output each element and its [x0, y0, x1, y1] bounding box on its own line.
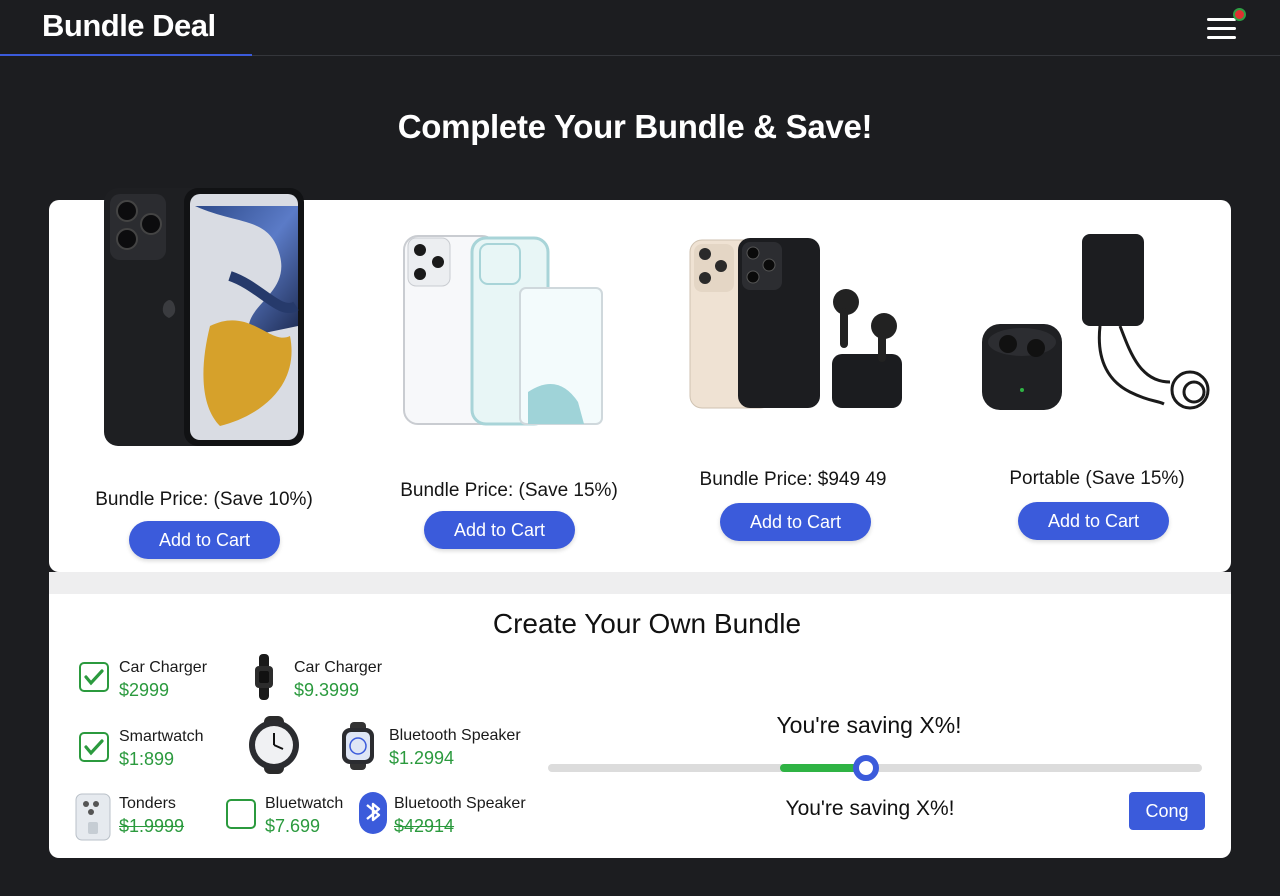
checkmark-icon — [84, 739, 104, 756]
add-to-cart-button[interactable]: Add to Cart — [1018, 502, 1169, 540]
item-checkbox[interactable] — [79, 662, 109, 692]
item-price: $1.9999 — [119, 816, 185, 836]
powerbank-earbuds-image[interactable] — [980, 232, 1216, 416]
item-price: $1:899 — [119, 749, 175, 769]
clear-case-image[interactable] — [398, 232, 608, 428]
item-price: $1.2994 — [389, 748, 455, 768]
phone-image[interactable] — [100, 186, 308, 448]
app-title: Bundle Deal — [42, 8, 216, 43]
offer-price-label: Bundle Price: (Save 15%) — [400, 480, 618, 501]
earbud-case-icon — [75, 793, 111, 841]
confirm-bundle-button[interactable]: Cong — [1129, 792, 1205, 830]
item-name: Bluetooth Speaker — [394, 795, 526, 812]
smartwatch-icon[interactable] — [244, 716, 304, 774]
phone-earbuds-image[interactable] — [688, 236, 908, 412]
item-name: Tonders — [119, 795, 176, 812]
offer-price-label: Portable (Save 15%) — [1009, 468, 1185, 489]
item-price: $9.3999 — [294, 680, 360, 700]
item-price: $2999 — [119, 680, 170, 700]
item-name: Car Charger — [294, 659, 383, 676]
item-name: Bluetooth Speaker — [389, 727, 521, 744]
menu-icon-bar — [1207, 36, 1236, 39]
watch-face-icon — [342, 722, 374, 770]
checkmark-icon — [84, 669, 104, 686]
notification-dot — [1233, 8, 1246, 21]
offer-price-label: Bundle Price: (Save 10%) — [95, 489, 313, 510]
menu-icon — [1207, 18, 1236, 21]
item-name: Car Charger — [119, 659, 208, 676]
custom-bundle-title: Create Your Own Bundle — [492, 608, 802, 639]
bluetooth-icon — [359, 792, 387, 834]
offer-price-label: Bundle Price: $949 49 — [699, 469, 887, 490]
item-price: $42914 — [394, 816, 455, 836]
section-divider — [49, 572, 1231, 596]
item-name: Bluetwatch — [265, 795, 344, 812]
item-checkbox[interactable] — [226, 799, 256, 829]
savings-summary: You're saving X%! — [785, 797, 955, 820]
page-headline: Complete Your Bundle & Save! — [397, 108, 873, 145]
menu-icon-bar — [1207, 27, 1236, 30]
add-to-cart-button[interactable]: Add to Cart — [720, 503, 871, 541]
active-tab-indicator — [0, 54, 252, 56]
fitness-band-icon — [255, 654, 273, 700]
item-checkbox[interactable] — [79, 732, 109, 762]
add-to-cart-button[interactable]: Add to Cart — [129, 521, 280, 559]
add-to-cart-button[interactable]: Add to Cart — [424, 511, 575, 549]
hamburger-menu-button[interactable] — [1200, 8, 1250, 48]
savings-heading: You're saving X%! — [776, 712, 962, 738]
item-price: $7.699 — [265, 816, 321, 836]
savings-slider-thumb[interactable] — [853, 755, 879, 781]
item-name: Smartwatch — [119, 728, 204, 745]
